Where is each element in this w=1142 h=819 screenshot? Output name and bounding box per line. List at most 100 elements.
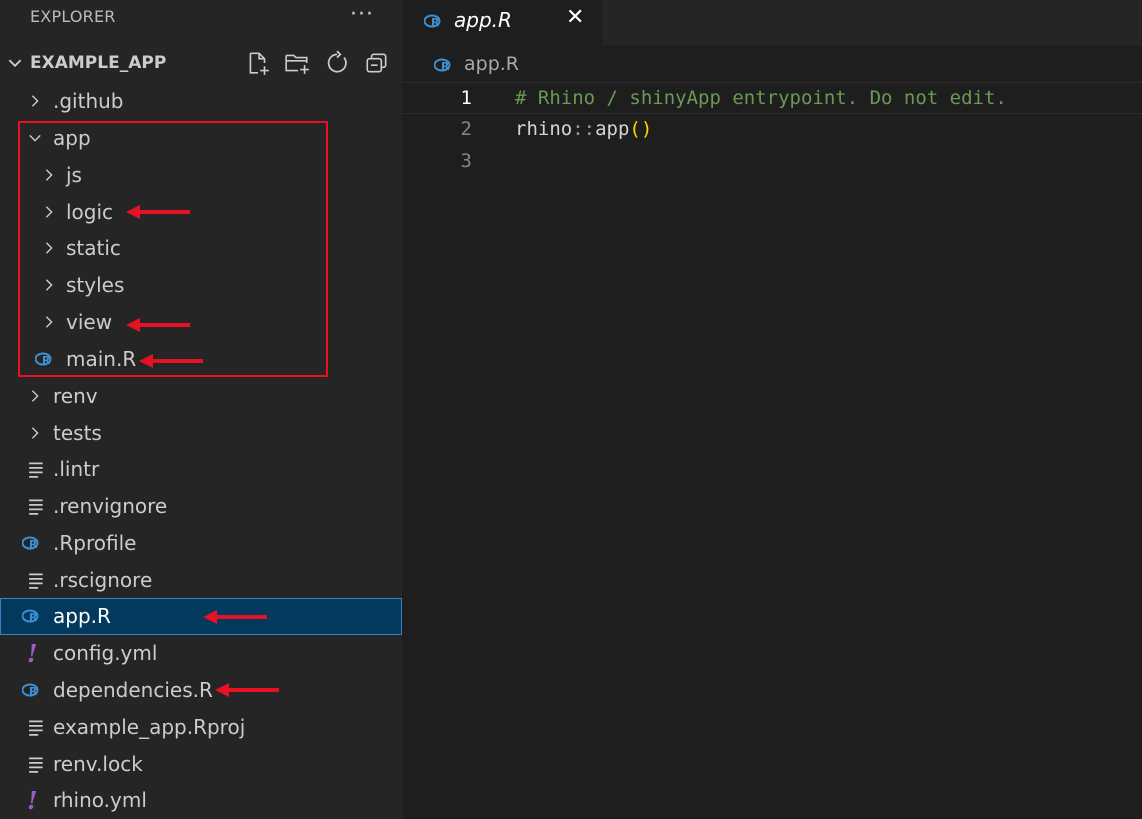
- tree-item-label: .rscignore: [53, 568, 153, 592]
- tree-item-label: tests: [53, 421, 102, 445]
- tree-item-label: static: [66, 236, 121, 260]
- tree-item-label: dependencies.R: [53, 678, 213, 702]
- new-file-button[interactable]: [245, 50, 271, 78]
- tree-item-rscignore[interactable]: .rscignore: [0, 562, 402, 599]
- tree-item-app-folder[interactable]: app: [0, 120, 402, 157]
- chevron-right-icon: [31, 390, 39, 402]
- tree-item-label: .renvignore: [53, 494, 168, 518]
- explorer-title: EXPLORER: [30, 7, 116, 26]
- text-file-icon: [29, 499, 43, 515]
- editor-area: R app.R ✕ R app.R 1 # Rhino / shinyApp e…: [402, 0, 1142, 819]
- code-line[interactable]: 2 rhino::app(): [402, 114, 1142, 146]
- tree-item-rproj[interactable]: example_app.Rproj: [0, 709, 402, 746]
- tree-item-tests[interactable]: tests: [0, 415, 402, 452]
- chevron-right-icon: [45, 169, 53, 181]
- chevron-down-icon: [29, 134, 41, 142]
- tree-item-dependencies-r[interactable]: R dependencies.R: [0, 672, 402, 709]
- tree-item-renv[interactable]: renv: [0, 378, 402, 415]
- tree-item-label: view: [66, 310, 113, 334]
- tree-item-label: styles: [66, 273, 125, 297]
- tree-item-config-yml[interactable]: ! config.yml: [0, 635, 402, 672]
- code-token-comment: # Rhino / shinyApp entrypoint. Do not ed…: [515, 87, 1007, 109]
- yaml-file-icon: !: [27, 639, 38, 668]
- tree-item-renv-lock[interactable]: renv.lock: [0, 746, 402, 783]
- code-line[interactable]: 3: [402, 146, 1142, 178]
- code-text: # Rhino / shinyApp entrypoint. Do not ed…: [515, 87, 1007, 109]
- r-file-icon: R: [35, 352, 52, 367]
- tab-app-r[interactable]: R app.R ✕: [402, 0, 602, 45]
- more-actions-button[interactable]: ···: [350, 2, 374, 27]
- chevron-down-icon: [8, 59, 22, 68]
- workspace-section-header[interactable]: EXAMPLE_APP: [0, 45, 402, 82]
- tree-item-view[interactable]: view: [0, 304, 402, 341]
- r-file-icon: R: [434, 58, 451, 73]
- refresh-icon: [327, 50, 347, 73]
- tab-label: app.R: [454, 8, 512, 32]
- collapse-all-icon: [366, 53, 387, 73]
- svg-text:R: R: [29, 538, 38, 551]
- explorer-header: EXPLORER ···: [0, 0, 402, 36]
- breadcrumb: R app.R: [402, 48, 1142, 80]
- refresh-button[interactable]: [324, 50, 350, 78]
- line-number: 1: [460, 87, 472, 109]
- svg-text:R: R: [431, 16, 440, 29]
- text-file-icon: [29, 573, 43, 589]
- explorer-sidebar: EXPLORER ··· EXAMPLE_APP .github app js …: [0, 0, 402, 819]
- new-folder-button[interactable]: [284, 50, 310, 78]
- tree-item-github[interactable]: .github: [0, 83, 402, 120]
- tree-item-static[interactable]: static: [0, 230, 402, 267]
- chevron-right-icon: [45, 279, 53, 291]
- tree-item-lintr[interactable]: .lintr: [0, 451, 402, 488]
- new-file-icon: [249, 52, 269, 75]
- tree-item-js[interactable]: js: [0, 157, 402, 194]
- tree-item-label: main.R: [66, 347, 137, 371]
- code-token-operator: ::: [572, 118, 596, 140]
- tree-item-label: renv.lock: [53, 752, 143, 776]
- breadcrumb-item[interactable]: app.R: [464, 53, 519, 75]
- new-folder-icon: [285, 54, 309, 74]
- r-file-icon: R: [22, 683, 39, 698]
- text-file-icon: [29, 757, 43, 773]
- tab-bar: R app.R ✕: [402, 0, 1142, 45]
- tree-item-label: .Rprofile: [53, 531, 137, 555]
- tree-item-label: config.yml: [53, 641, 158, 665]
- code-line[interactable]: 1 # Rhino / shinyApp entrypoint. Do not …: [402, 82, 1142, 114]
- tree-item-label: app: [53, 126, 91, 150]
- svg-text:R: R: [29, 611, 38, 624]
- tree-item-label: .lintr: [53, 457, 100, 481]
- tree-item-renvignore[interactable]: .renvignore: [0, 488, 402, 525]
- text-file-icon: [29, 720, 43, 736]
- svg-text:R: R: [42, 354, 51, 367]
- tree-item-label: logic: [66, 200, 114, 224]
- text-file-icon: [29, 462, 43, 478]
- tree-item-rhino-yml[interactable]: ! rhino.yml: [0, 782, 402, 819]
- tree-item-rprofile[interactable]: R .Rprofile: [0, 525, 402, 562]
- tree-item-label: app.R: [53, 604, 111, 628]
- chevron-right-icon: [45, 206, 53, 218]
- tree-item-label: rhino.yml: [53, 788, 147, 812]
- code-token-identifier: app: [595, 118, 630, 140]
- code-token-paren: (): [629, 118, 653, 140]
- line-number: 3: [460, 150, 472, 172]
- r-file-icon: R: [22, 536, 39, 551]
- svg-text:R: R: [441, 60, 450, 73]
- svg-text:R: R: [29, 685, 38, 698]
- workspace-title: EXAMPLE_APP: [30, 53, 167, 73]
- tree-item-styles[interactable]: styles: [0, 267, 402, 304]
- yaml-file-icon: !: [27, 786, 38, 815]
- tree-item-logic[interactable]: logic: [0, 194, 402, 231]
- collapse-all-button[interactable]: [364, 50, 390, 78]
- chevron-right-icon: [45, 242, 53, 254]
- close-icon[interactable]: ✕: [566, 5, 584, 30]
- tree-item-app-r[interactable]: R app.R: [0, 598, 402, 635]
- tree-item-label: .github: [53, 89, 124, 113]
- chevron-right-icon: [45, 316, 53, 328]
- code-token-identifier: rhino: [515, 118, 573, 140]
- tree-item-main-r[interactable]: R main.R: [0, 341, 402, 378]
- tree-item-label: js: [66, 163, 82, 187]
- tree-item-label: renv: [53, 384, 98, 408]
- r-file-icon: R: [22, 609, 39, 624]
- code-text: rhino::app(): [515, 118, 652, 140]
- tree-item-label: example_app.Rproj: [53, 715, 246, 739]
- line-number: 2: [460, 118, 472, 140]
